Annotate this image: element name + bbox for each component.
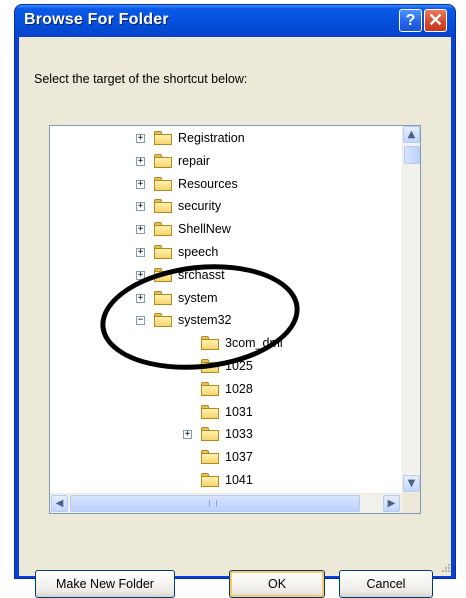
folder-icon (154, 176, 172, 191)
expand-icon[interactable]: + (136, 179, 145, 189)
tree-node-label: 1028 (225, 381, 253, 396)
horizontal-scroll-thumb[interactable] (70, 495, 360, 512)
close-button[interactable]: ✕ (424, 9, 447, 32)
tree-node-label: system (178, 290, 218, 305)
vertical-scroll-thumb[interactable] (404, 146, 420, 164)
tree-node-label: 1033 (225, 427, 253, 442)
arrow-left-icon: ◀ (55, 498, 64, 509)
title-bar[interactable]: Browse For Folder ? ✕ (15, 5, 455, 37)
folder-icon (154, 290, 172, 305)
tree-node[interactable]: 1041 (50, 471, 402, 491)
folder-icon (201, 427, 219, 442)
tree-node[interactable]: 1025 (50, 357, 402, 377)
resize-grip-icon[interactable] (439, 563, 451, 575)
tree-node[interactable]: + security (50, 197, 402, 217)
close-icon: ✕ (427, 10, 444, 30)
expand-icon[interactable]: + (136, 293, 145, 303)
tree-node[interactable]: +1033 (50, 425, 402, 445)
tree-node[interactable]: 1028 (50, 380, 402, 400)
folder-icon (154, 245, 172, 259)
tree-node-label: ShellNew (178, 222, 231, 237)
tree-node-label: 3com_dmi (225, 336, 283, 351)
expand-icon[interactable]: + (183, 430, 192, 440)
help-icon: ? (405, 12, 416, 29)
tree-node[interactable]: + Resources (50, 175, 402, 195)
expand-icon[interactable]: + (136, 225, 145, 235)
instruction-text: Select the target of the shortcut below: (34, 72, 248, 86)
arrow-down-icon: ▼ (407, 478, 416, 489)
expand-icon[interactable]: + (136, 270, 145, 280)
tree-node[interactable]: + ShellNew (50, 220, 402, 240)
folder-icon (201, 381, 219, 396)
tree-node-label: Registration (178, 131, 245, 145)
folder-icon (201, 404, 219, 419)
tree-node[interactable]: 1037 (50, 448, 402, 468)
expand-icon[interactable]: + (136, 156, 145, 166)
folder-icon (201, 450, 219, 465)
tree-node-label: Resources (178, 176, 238, 191)
folder-icon (201, 473, 219, 487)
help-button[interactable]: ? (399, 9, 422, 32)
tree-node[interactable]: 1031 (50, 403, 402, 423)
folder-tree-list[interactable]: + Registration + repair + Resources + security +… (50, 126, 402, 493)
tree-node-label: srchasst (178, 267, 225, 282)
tree-node[interactable]: − system32 (50, 311, 402, 331)
arrow-right-icon: ▶ (387, 498, 396, 509)
folder-icon (154, 267, 172, 282)
folder-icon (154, 222, 172, 237)
tree-node[interactable]: + repair (50, 152, 402, 172)
tree-node[interactable]: + speech (50, 243, 402, 263)
tree-node-label: speech (178, 245, 219, 259)
horizontal-scrollbar[interactable]: ◀ ▶ (50, 493, 402, 513)
tree-node-label: security (178, 199, 222, 214)
collapse-icon[interactable]: − (136, 316, 145, 326)
tree-node-label: system32 (178, 313, 232, 328)
cancel-button[interactable]: Cancel (339, 570, 433, 598)
tree-node-label: 1041 (225, 473, 253, 487)
folder-icon (154, 199, 172, 214)
expand-icon[interactable]: + (136, 202, 145, 212)
window-title: Browse For Folder (24, 11, 169, 28)
folder-tree[interactable]: + Registration + repair + Resources + security +… (49, 125, 421, 514)
dialog-body: Select the target of the shortcut below:… (19, 37, 451, 598)
tree-node[interactable]: + system (50, 289, 402, 309)
vertical-scrollbar[interactable]: ▲ ▼ (402, 126, 420, 493)
tree-node[interactable]: 3com_dmi (50, 334, 402, 354)
folder-icon (201, 359, 219, 373)
scroll-down-button[interactable]: ▼ (403, 475, 420, 492)
scroll-grip-icon (209, 500, 217, 507)
scroll-up-button[interactable]: ▲ (403, 126, 420, 143)
folder-icon (154, 131, 172, 145)
browse-for-folder-dialog: Browse For Folder ? ✕ Select the target … (14, 4, 456, 598)
folder-icon (154, 153, 172, 168)
expand-icon[interactable]: + (136, 248, 145, 257)
tree-node-label: 1037 (225, 450, 253, 465)
scroll-corner (402, 493, 420, 513)
scroll-left-button[interactable]: ◀ (51, 495, 68, 512)
folder-icon (154, 313, 172, 328)
tree-node-label: 1031 (225, 404, 253, 419)
make-new-folder-button[interactable]: Make New Folder (35, 570, 175, 598)
tree-node[interactable]: + Registration (50, 129, 402, 149)
folder-icon (201, 336, 219, 351)
tree-node[interactable]: + srchasst (50, 266, 402, 286)
ok-button[interactable]: OK (229, 570, 325, 598)
tree-node-label: repair (178, 153, 210, 168)
expand-icon[interactable]: + (136, 134, 145, 143)
tree-node-label: 1025 (225, 359, 253, 373)
arrow-up-icon: ▲ (407, 129, 416, 140)
scroll-right-button[interactable]: ▶ (383, 495, 400, 512)
